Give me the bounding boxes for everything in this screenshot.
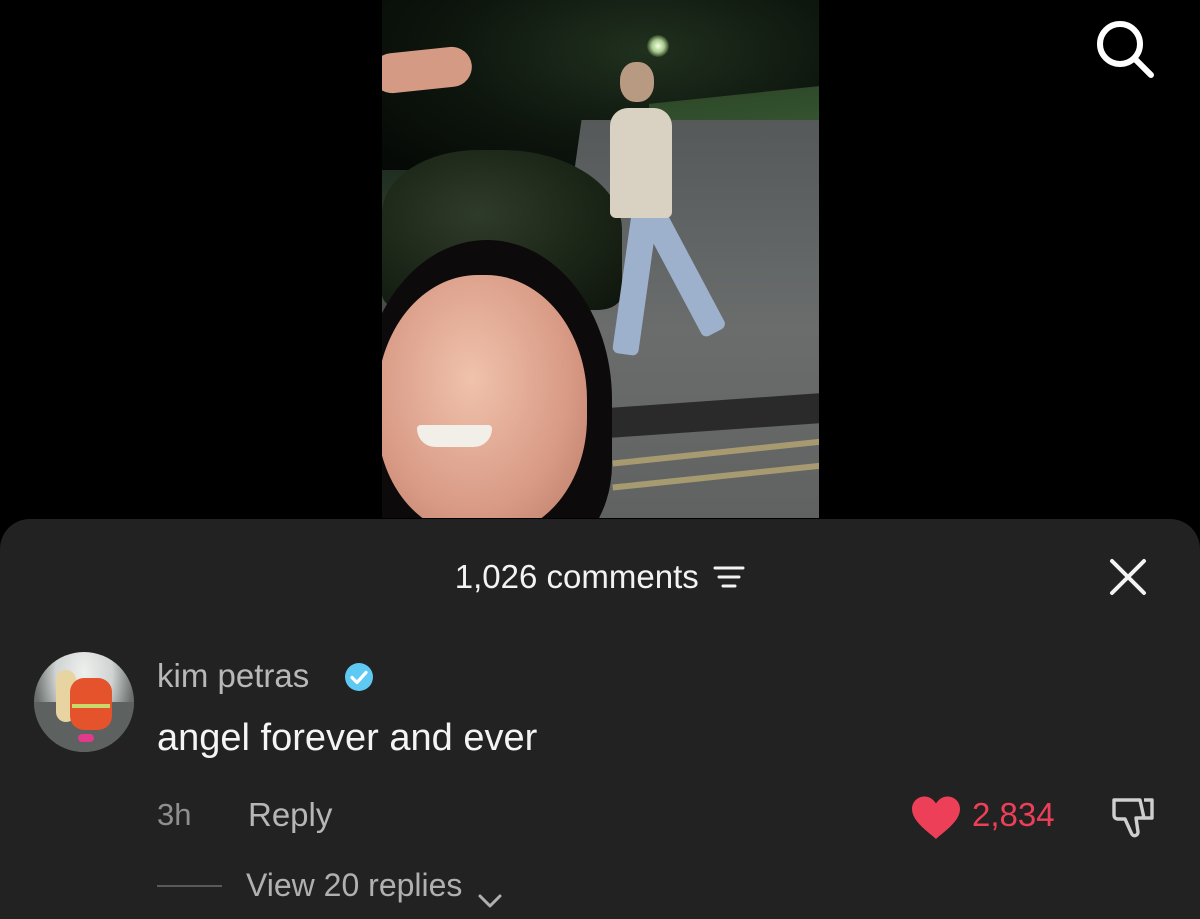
thumbs-down-icon[interactable] (1108, 794, 1158, 840)
avatar[interactable] (34, 652, 134, 752)
comment-text: angel forever and ever (157, 717, 538, 759)
video-area (0, 0, 1200, 540)
comment-username[interactable]: kim petras (157, 656, 309, 696)
comment-timestamp: 3h (157, 797, 192, 832)
like-count: 2,834 (972, 796, 1055, 833)
view-replies-button[interactable]: View 20 replies (246, 865, 503, 908)
reply-button[interactable]: Reply (248, 795, 332, 835)
comment-count: 1,026 comments (454, 558, 699, 595)
search-icon[interactable] (1092, 16, 1156, 80)
verified-badge-icon (344, 662, 374, 692)
video-player[interactable] (382, 0, 819, 518)
heart-icon[interactable] (910, 795, 962, 841)
comments-sheet: 1,026 comments kim petras angel forever … (0, 519, 1200, 919)
replies-divider (157, 885, 222, 887)
close-icon[interactable] (1106, 555, 1150, 599)
chevron-down-icon (477, 879, 503, 908)
filter-icon[interactable] (713, 562, 745, 592)
comments-header: 1,026 comments (0, 555, 1200, 599)
view-replies-label: View 20 replies (246, 867, 463, 903)
